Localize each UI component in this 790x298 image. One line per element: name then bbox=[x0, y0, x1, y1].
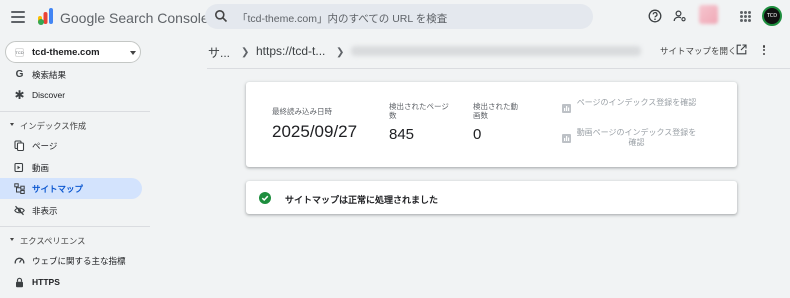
last-read-value: 2025/09/27 bbox=[272, 122, 358, 141]
section-label: インデックス作成 bbox=[20, 121, 87, 131]
section-indexing[interactable]: インデックス作成 bbox=[0, 116, 150, 134]
sidebar-item-label: 非表示 bbox=[32, 206, 58, 216]
sidebar-item-label: HTTPS bbox=[32, 277, 60, 287]
sidebar-item-label: ページ bbox=[32, 141, 58, 151]
main-menu-icon[interactable] bbox=[9, 8, 27, 26]
breadcrumb-root[interactable]: サ... bbox=[208, 44, 230, 61]
url-inspection-search[interactable]: 「tcd-theme.com」内のすべての URL を検査 bbox=[205, 4, 593, 29]
gauge-icon bbox=[14, 257, 25, 264]
sidebar-item-label: サイトマップ bbox=[32, 184, 84, 194]
search-icon bbox=[215, 10, 228, 23]
discovered-videos-label: 検出された動画数 bbox=[473, 102, 518, 120]
sitemap-icon bbox=[14, 183, 25, 194]
profile-avatar[interactable]: TCD bbox=[762, 6, 782, 26]
discovered-videos-value: 0 bbox=[473, 126, 482, 143]
collapse-triangle-icon bbox=[10, 123, 14, 126]
account-avatar-blurred[interactable] bbox=[699, 5, 718, 24]
bar-chart-icon bbox=[562, 104, 571, 113]
sidebar-item-video[interactable]: 動画 bbox=[0, 157, 142, 178]
check-circle-icon bbox=[259, 192, 271, 204]
sidebar-item-sitemaps[interactable]: サイトマップ bbox=[0, 178, 142, 199]
sidebar-item-https[interactable]: HTTPS bbox=[0, 272, 142, 293]
property-name: tcd-theme.com bbox=[32, 47, 100, 58]
property-selector[interactable]: TCD tcd-theme.com bbox=[5, 41, 141, 63]
sidebar-divider bbox=[0, 226, 150, 227]
breadcrumb-sitemap-url[interactable]: https://tcd-t... bbox=[256, 44, 325, 58]
status-message: サイトマップは正常に処理されました bbox=[285, 195, 439, 205]
sidebar-item-label: ウェブに関する主な指標 bbox=[32, 256, 126, 266]
search-console-logo bbox=[38, 8, 53, 25]
lock-icon bbox=[16, 277, 23, 288]
top-bar: Google Search Console 「tcd-theme.com」内のす… bbox=[0, 0, 790, 34]
sidebar-item-removals[interactable]: 非表示 bbox=[0, 200, 142, 221]
chevron-right-icon: ❯ bbox=[241, 47, 250, 58]
sidebar-item-label: Discover bbox=[32, 90, 66, 100]
discovered-pages-value: 845 bbox=[389, 126, 415, 143]
sitemap-status-card: サイトマップは正常に処理されました bbox=[246, 181, 737, 214]
sidebar-item-pages[interactable]: ページ bbox=[0, 135, 142, 156]
sidebar-item-discover[interactable]: ✱ Discover bbox=[0, 85, 142, 106]
apps-grid-icon[interactable] bbox=[740, 11, 751, 22]
sidebar-item-core-web-vitals[interactable]: ウェブに関する主な指標 bbox=[0, 250, 142, 271]
eye-off-icon bbox=[14, 205, 25, 216]
open-sitemap-link[interactable]: サイトマップを開く bbox=[660, 45, 737, 57]
help-icon[interactable] bbox=[648, 9, 662, 23]
discovered-pages-label: 検出されたページ数 bbox=[389, 102, 449, 120]
manage-users-icon[interactable] bbox=[673, 9, 687, 23]
chevron-down-icon bbox=[130, 51, 136, 55]
pages-icon bbox=[14, 140, 25, 151]
sidebar-divider bbox=[0, 111, 150, 112]
bar-chart-icon bbox=[562, 134, 571, 143]
sidebar-item-label: 動画 bbox=[32, 163, 50, 173]
header-divider bbox=[207, 68, 790, 69]
google-g-icon: G bbox=[15, 69, 24, 80]
sidebar: TCD tcd-theme.com G 検索結果 ✱ Discover インデッ… bbox=[0, 34, 150, 298]
check-video-indexing-link[interactable]: 動画ページのインデックス登録を確認 bbox=[574, 128, 699, 148]
chevron-right-icon: ❯ bbox=[336, 47, 345, 58]
sidebar-item-label: 検索結果 bbox=[32, 70, 67, 80]
asterisk-icon: ✱ bbox=[14, 88, 25, 102]
section-experience[interactable]: エクスペリエンス bbox=[0, 231, 150, 249]
sidebar-item-search-results[interactable]: G 検索結果 bbox=[0, 64, 142, 85]
last-read-label: 最終読み込み日時 bbox=[272, 107, 332, 116]
property-favicon: TCD bbox=[15, 48, 24, 57]
section-label: エクスペリエンス bbox=[20, 236, 86, 246]
collapse-triangle-icon bbox=[10, 238, 14, 241]
check-pages-indexing-link[interactable]: ページのインデックス登録を確認 bbox=[574, 98, 699, 108]
more-vert-icon[interactable] bbox=[762, 45, 766, 55]
search-input[interactable]: 「tcd-theme.com」内のすべての URL を検査 bbox=[237, 11, 447, 26]
video-icon bbox=[14, 162, 24, 173]
open-in-new-icon[interactable] bbox=[736, 44, 747, 55]
sitemap-stats-card: 最終読み込み日時 2025/09/27 検出されたページ数 845 検出された動… bbox=[246, 82, 737, 167]
app-title[interactable]: Google Search Console bbox=[60, 10, 209, 26]
breadcrumb-blurred-url bbox=[351, 46, 641, 56]
